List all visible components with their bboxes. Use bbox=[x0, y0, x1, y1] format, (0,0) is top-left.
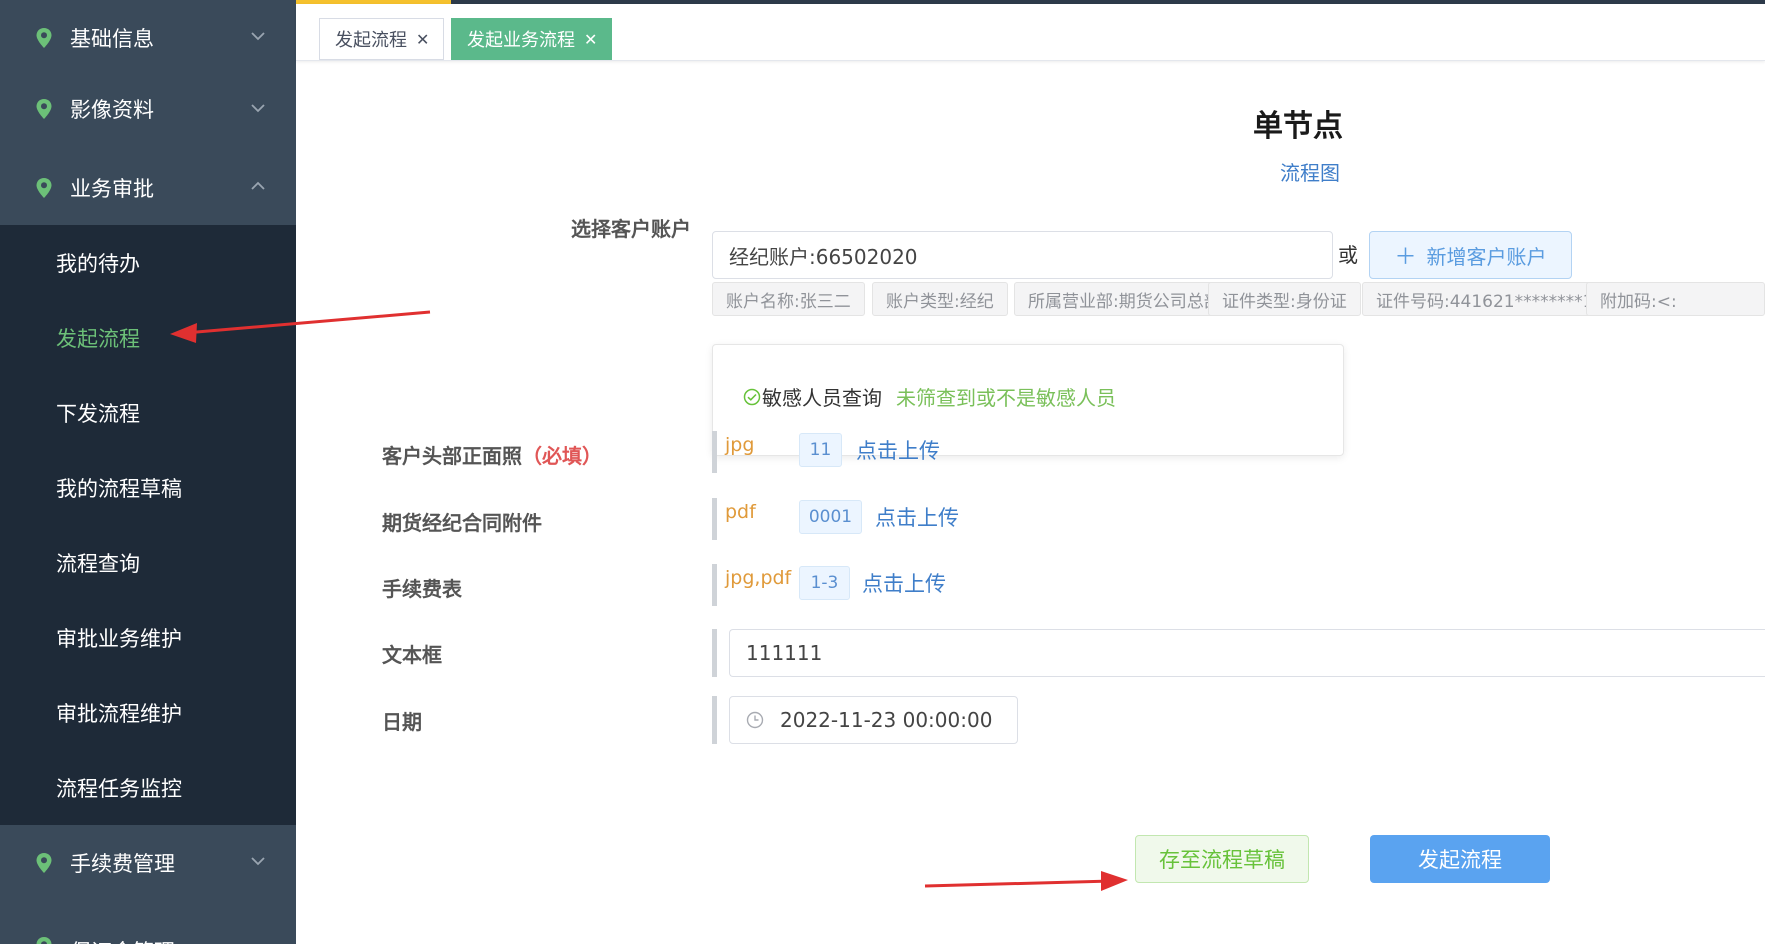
field-indicator-bar bbox=[712, 431, 717, 473]
sidebar-item-label: 审批流程维护 bbox=[56, 701, 182, 726]
flowchart-link[interactable]: 流程图 bbox=[1250, 157, 1370, 186]
field-indicator-bar bbox=[712, 629, 717, 677]
menu-group-label: 业务审批 bbox=[70, 176, 154, 201]
chevron-down-icon bbox=[251, 104, 265, 113]
location-pin-icon bbox=[36, 177, 52, 198]
account-tag: 附加码:<: bbox=[1586, 282, 1765, 316]
tab-label: 发起业务流程 bbox=[467, 30, 575, 51]
menu-group-label: 保证金管理 bbox=[70, 936, 175, 944]
field-indicator-bar bbox=[712, 498, 717, 540]
tab-start-flow[interactable]: 发起流程 ✕ bbox=[319, 18, 445, 60]
add-account-label: 新增客户账户 bbox=[1426, 244, 1547, 269]
tab-label: 发起流程 bbox=[335, 30, 407, 51]
sidebar-item-label: 我的流程草稿 bbox=[56, 476, 182, 501]
main-content: 单节点 流程图 选择客户账户 经纪账户:66502020 或 ＋ 新增客户账户 账… bbox=[296, 61, 1765, 944]
required-marker: （必填） bbox=[522, 444, 602, 468]
clock-icon bbox=[746, 711, 764, 729]
check-circle-icon bbox=[743, 388, 761, 405]
menu-group-label: 手续费管理 bbox=[70, 851, 175, 876]
field-indicator-bar bbox=[712, 696, 717, 744]
sidebar-item-approval-business-maint[interactable]: 审批业务维护 bbox=[0, 600, 296, 675]
account-tag: 账户名称:张三二 bbox=[712, 282, 865, 316]
sidebar-item-flow-query[interactable]: 流程查询 bbox=[0, 525, 296, 600]
file-count-badge: 0001 bbox=[799, 500, 862, 534]
menu-group-label: 影像资料 bbox=[70, 98, 154, 122]
field-label-contract: 期货经纪合同附件 bbox=[382, 511, 542, 535]
file-type-label: pdf bbox=[725, 501, 756, 523]
tab-start-business-flow[interactable]: 发起业务流程 ✕ bbox=[451, 18, 613, 60]
menu-group-fee-management[interactable]: 手续费管理 bbox=[0, 825, 296, 900]
account-tag: 账户类型:经纪 bbox=[872, 282, 1008, 316]
sidebar-item-my-todo[interactable]: 我的待办 bbox=[0, 225, 296, 300]
field-indicator-bar bbox=[712, 564, 717, 606]
sidebar-item-start-flow[interactable]: 发起流程 bbox=[0, 300, 296, 375]
account-tag: 证件类型:身份证 bbox=[1208, 282, 1361, 316]
sidebar-item-label: 发起流程 bbox=[56, 326, 140, 351]
text-input[interactable]: 111111 bbox=[729, 629, 1765, 677]
date-value: 2022-11-23 00:00:00 bbox=[780, 708, 993, 732]
submit-flow-button[interactable]: 发起流程 bbox=[1370, 835, 1550, 883]
field-label-head-photo: 客户头部正面照（必填） bbox=[382, 440, 602, 469]
location-pin-icon bbox=[36, 27, 52, 48]
tab-bar: 发起流程 ✕ 发起业务流程 ✕ bbox=[296, 4, 1765, 61]
sensitive-query-label: 敏感人员查询 bbox=[762, 386, 882, 410]
sidebar-item-label: 流程查询 bbox=[56, 551, 140, 576]
field-label-fee-table: 手续费表 bbox=[382, 577, 462, 601]
location-pin-icon bbox=[36, 937, 52, 944]
account-label: 选择客户账户 bbox=[571, 217, 691, 241]
or-text: 或 bbox=[1338, 243, 1358, 267]
field-label-text: 客户头部正面照 bbox=[382, 444, 522, 468]
sensitive-query-row: 敏感人员查询 未筛查到或不是敏感人员 bbox=[743, 382, 1116, 411]
sidebar-item-label: 流程任务监控 bbox=[56, 776, 182, 801]
page-title: 单节点 bbox=[1253, 109, 1343, 144]
upload-link[interactable]: 点击上传 bbox=[862, 568, 946, 598]
file-count-badge: 11 bbox=[799, 433, 842, 467]
chevron-up-icon bbox=[251, 181, 265, 190]
sidebar-item-label: 审批业务维护 bbox=[56, 626, 182, 651]
sidebar-item-flow-task-monitor[interactable]: 流程任务监控 bbox=[0, 750, 296, 825]
account-select-value: 经纪账户:66502020 bbox=[729, 244, 918, 269]
text-input-value: 111111 bbox=[746, 641, 823, 665]
account-tag: 所属营业部:期货公司总部 bbox=[1014, 282, 1235, 316]
sidebar: 基础信息 影像资料 业务审批 我的待办 发起流程 下发流程 我的流程草稿 流程查… bbox=[0, 0, 296, 944]
field-label-textbox: 文本框 bbox=[382, 643, 442, 667]
menu-group-image-data[interactable]: 影像资料 bbox=[0, 68, 296, 150]
account-select[interactable]: 经纪账户:66502020 bbox=[712, 231, 1333, 279]
sidebar-item-issue-flow[interactable]: 下发流程 bbox=[0, 375, 296, 450]
field-label-date: 日期 bbox=[382, 710, 422, 734]
file-type-label: jpg bbox=[725, 434, 755, 456]
sensitive-query-result: 未筛查到或不是敏感人员 bbox=[896, 386, 1116, 410]
sidebar-item-approval-flow-maint[interactable]: 审批流程维护 bbox=[0, 675, 296, 750]
add-account-button[interactable]: ＋ 新增客户账户 bbox=[1369, 231, 1572, 279]
sidebar-item-label: 我的待办 bbox=[56, 251, 140, 276]
save-draft-button[interactable]: 存至流程草稿 bbox=[1135, 835, 1309, 883]
sidebar-item-label: 下发流程 bbox=[56, 401, 140, 426]
sidebar-item-my-drafts[interactable]: 我的流程草稿 bbox=[0, 450, 296, 525]
close-icon[interactable]: ✕ bbox=[584, 30, 597, 49]
chevron-down-icon bbox=[251, 857, 265, 866]
location-pin-icon bbox=[36, 852, 52, 873]
upload-link[interactable]: 点击上传 bbox=[875, 502, 959, 532]
plus-icon: ＋ bbox=[1394, 245, 1417, 270]
file-type-label: jpg,pdf bbox=[725, 567, 792, 589]
menu-group-business-approval[interactable]: 业务审批 bbox=[0, 150, 296, 225]
submenu-list: 我的待办 发起流程 下发流程 我的流程草稿 流程查询 审批业务维护 审批流程维护… bbox=[0, 225, 296, 825]
upload-link[interactable]: 点击上传 bbox=[856, 435, 940, 465]
date-picker[interactable]: 2022-11-23 00:00:00 bbox=[729, 696, 1018, 744]
location-pin-icon bbox=[36, 99, 52, 119]
chevron-down-icon bbox=[251, 32, 265, 41]
close-icon[interactable]: ✕ bbox=[416, 30, 429, 49]
menu-group-basic-info[interactable]: 基础信息 bbox=[0, 0, 296, 75]
file-count-badge: 1-3 bbox=[799, 566, 850, 600]
menu-group-margin-management[interactable]: 保证金管理 bbox=[0, 900, 296, 944]
menu-group-label: 基础信息 bbox=[70, 26, 154, 51]
